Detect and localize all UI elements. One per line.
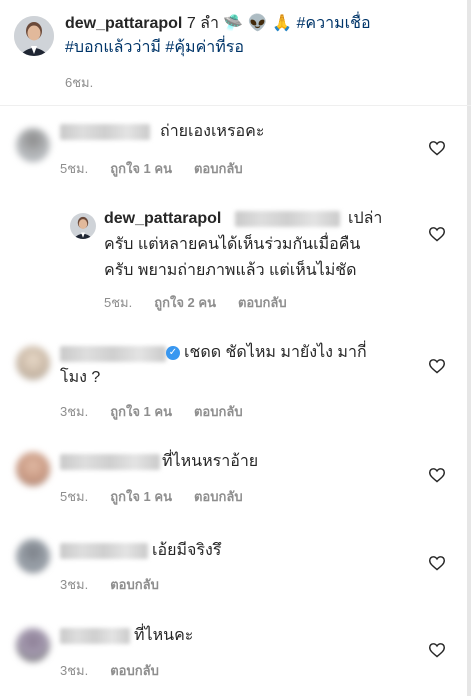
comment-time: 3ชม.: [60, 404, 89, 419]
comment-text: เอ้ยมีจริงรึ: [152, 542, 222, 559]
likes-count[interactable]: ถูกใจ 1 คน: [110, 489, 172, 504]
post-caption-text: 7 ลำ 🛸 👽 🙏: [186, 15, 293, 32]
likes-count[interactable]: ถูกใจ 2 คน: [154, 295, 216, 310]
reply-button[interactable]: ตอบกลับ: [110, 577, 159, 592]
redacted-username[interactable]: [60, 454, 160, 470]
comment-time: 5ชม.: [104, 295, 133, 310]
comment-time: 3ชม.: [60, 577, 89, 592]
reply-text: ครับ พยามถ่ายภาพแล้ว แต่เห็นไม่ชัด: [104, 262, 357, 279]
comment-time: 3ชม.: [60, 663, 89, 678]
post-author-avatar[interactable]: [14, 16, 54, 56]
reply-username[interactable]: dew_pattarapol: [104, 207, 221, 231]
commenter-avatar[interactable]: [16, 346, 50, 380]
comment-time: 5ชม.: [60, 161, 89, 176]
comment-meta: 5ชม. ถูกใจ 1 คน ตอบกลับ: [60, 486, 265, 507]
likes-count[interactable]: ถูกใจ 1 คน: [110, 404, 172, 419]
comment-time: 5ชม.: [60, 489, 89, 504]
redacted-username[interactable]: [60, 124, 150, 140]
comment-text: เชดด ชัดไหม มายังไง มากี่: [184, 344, 367, 361]
reply-author-avatar[interactable]: [70, 213, 96, 239]
reply-text: ครับ แต่หลายคนได้เห็นร่วมกันเมื่อคืน: [104, 236, 361, 253]
heart-outline-icon[interactable]: [428, 555, 446, 571]
reply-button[interactable]: ตอบกลับ: [194, 489, 243, 504]
likes-count[interactable]: ถูกใจ 1 คน: [110, 161, 172, 176]
reply-button[interactable]: ตอบกลับ: [194, 404, 243, 419]
hashtag-link[interactable]: #บอกแล้วว่ามี: [65, 39, 161, 56]
redacted-mention[interactable]: [235, 211, 340, 227]
heart-outline-icon[interactable]: [428, 642, 446, 658]
comment-text: ที่ไหนคะ: [134, 627, 194, 644]
heart-outline-icon[interactable]: [428, 467, 446, 483]
post-caption: dew_pattarapol 7 ลำ 🛸 👽 🙏 #ความเชื่อ #บอ…: [65, 12, 460, 60]
post-time: 6ชม.: [65, 75, 94, 90]
comment-meta: 3ชม. ถูกใจ 1 คน ตอบกลับ: [60, 401, 265, 422]
heart-outline-icon[interactable]: [428, 226, 446, 242]
hashtag-link[interactable]: #ความเชื่อ: [297, 15, 371, 32]
comment-meta: 5ชม. ถูกใจ 1 คน ตอบกลับ: [60, 158, 265, 179]
redacted-username[interactable]: [60, 543, 148, 559]
comment-meta: 3ชม. ตอบกลับ: [60, 660, 181, 681]
commenter-avatar[interactable]: [16, 628, 50, 662]
reply-button[interactable]: ตอบกลับ: [194, 161, 243, 176]
divider: [0, 105, 471, 106]
comment-meta: 3ชม. ตอบกลับ: [60, 574, 181, 595]
comment-meta: 5ชม. ถูกใจ 2 คน ตอบกลับ: [104, 292, 309, 313]
comment-text: ที่ไหนหราอ้าย: [162, 453, 259, 470]
commenter-avatar[interactable]: [16, 452, 50, 486]
hashtag-link[interactable]: #คุ้มค่าที่รอ: [165, 39, 244, 56]
reply-button[interactable]: ตอบกลับ: [110, 663, 159, 678]
verified-badge-icon: ✓: [166, 346, 180, 360]
heart-outline-icon[interactable]: [428, 358, 446, 374]
reply-text: เปล่า: [348, 210, 383, 227]
comment-text: โมง ?: [60, 369, 101, 386]
reply-button[interactable]: ตอบกลับ: [238, 295, 287, 310]
redacted-username[interactable]: [60, 346, 166, 362]
commenter-avatar[interactable]: [16, 539, 50, 573]
comment-text: ถ่ายเองเหรอคะ: [160, 123, 265, 140]
redacted-username[interactable]: [60, 628, 130, 644]
heart-outline-icon[interactable]: [428, 140, 446, 156]
commenter-avatar[interactable]: [16, 128, 50, 162]
post-username[interactable]: dew_pattarapol: [65, 15, 182, 32]
